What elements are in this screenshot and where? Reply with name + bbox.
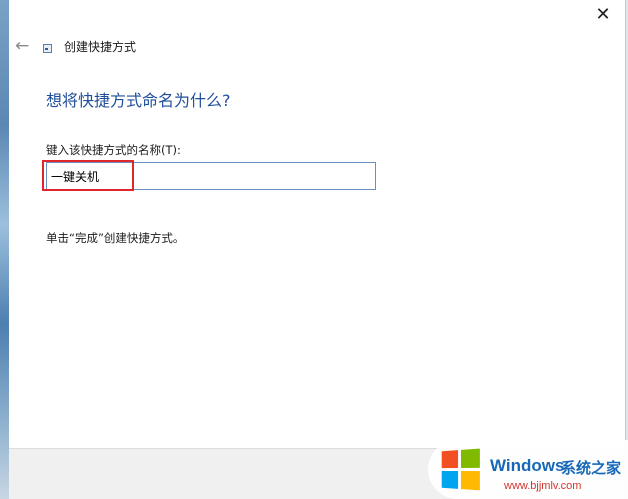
page-heading: 想将快捷方式命名为什么?: [46, 91, 231, 110]
watermark-url: www.bjjmlv.com: [504, 480, 582, 492]
windows-logo-icon: [441, 448, 481, 492]
back-arrow-icon[interactable]: ←: [15, 37, 33, 55]
wizard-title: 创建快捷方式: [64, 40, 137, 54]
close-icon[interactable]: ✕: [591, 4, 615, 26]
watermark-brand: Windows: [490, 456, 565, 475]
desktop-background: [0, 0, 9, 499]
shortcut-wizard-icon: [43, 44, 52, 53]
shortcut-name-label: 键入该快捷方式的名称(T):: [46, 143, 181, 157]
finish-hint-text: 单击“完成”创建快捷方式。: [46, 231, 185, 245]
shortcut-name-input[interactable]: [46, 162, 376, 190]
create-shortcut-wizard: ✕ ← 创建快捷方式 想将快捷方式命名为什么? 键入该快捷方式的名称(T): 单…: [9, 0, 626, 499]
site-watermark: Windows 系统之家 www.bjjmlv.com: [428, 440, 628, 499]
watermark-site-name: 系统之家: [561, 459, 622, 477]
